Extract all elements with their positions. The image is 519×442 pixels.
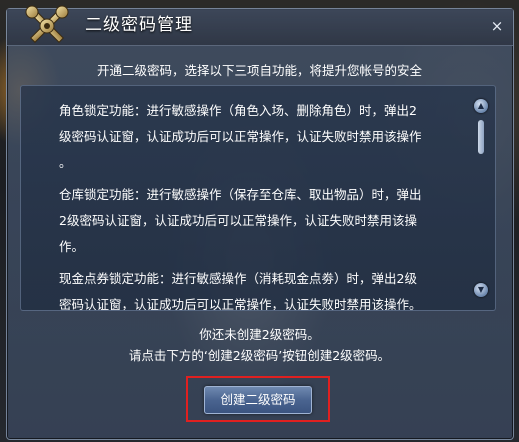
text-line: 现金点券锁定功能：进行敏感操作（消耗现金点劵）时，弹出2级 xyxy=(59,271,417,286)
scrollbar-thumb[interactable] xyxy=(478,120,484,154)
role-lock-description: 角色锁定功能：进行敏感操作（角色入场、删除角色）时，弹出2 级密码认证窗，认证成… xyxy=(59,98,449,176)
cash-coupon-lock-description: 现金点券锁定功能：进行敏感操作（消耗现金点劵）时，弹出2级 密码认证窗，认证成功… xyxy=(59,266,449,311)
feature-description-panel: 角色锁定功能：进行敏感操作（角色入场、删除角色）时，弹出2 级密码认证窗，认证成… xyxy=(20,85,496,311)
text-line: 级密码认证窗，认证成功后可以正常操作，认证失败时禁用该操作 xyxy=(59,129,422,144)
warehouse-lock-description: 仓库锁定功能：进行敏感操作（保存至仓库、取出物品）时，弹出 2级密码认证窗，认证… xyxy=(59,182,449,260)
text-line: 2级密码认证窗，认证成功后可以正常操作，认证失败时禁用该操 xyxy=(59,213,417,228)
dialog-titlebar: 二级密码管理 × xyxy=(7,9,513,46)
dialog-title: 二级密码管理 xyxy=(85,15,193,35)
text-line: 密码认证窗，认证成功后可以正常操作，认证失败时禁用该操作。 xyxy=(59,297,422,311)
scroll-down-icon[interactable]: ▼ xyxy=(474,283,488,297)
description-scrollbar[interactable]: ▲ ▼ xyxy=(472,96,490,300)
status-notice-line1: 你还未创建2级密码。 xyxy=(199,327,320,342)
close-icon[interactable]: × xyxy=(489,18,505,34)
intro-text: 开通二级密码，选择以下三项自功能，将提升您帐号的安全 xyxy=(96,63,422,78)
text-line: 角色锁定功能：进行敏感操作（角色入场、删除角色）时，弹出2 xyxy=(59,103,417,118)
crossed-keys-icon xyxy=(25,5,69,43)
scroll-up-icon[interactable]: ▲ xyxy=(474,99,488,113)
create-password-button[interactable]: 创建二级密码 xyxy=(204,386,312,414)
highlight-box: 创建二级密码 xyxy=(186,376,330,422)
status-notice-line2: 请点击下方的‘创建2级密码’按钮创建2级密码。 xyxy=(128,348,391,363)
text-line: 作。 xyxy=(59,239,85,254)
text-line: 。 xyxy=(59,155,72,170)
text-line: 仓库锁定功能：进行敏感操作（保存至仓库、取出物品）时，弹出 xyxy=(59,187,422,202)
